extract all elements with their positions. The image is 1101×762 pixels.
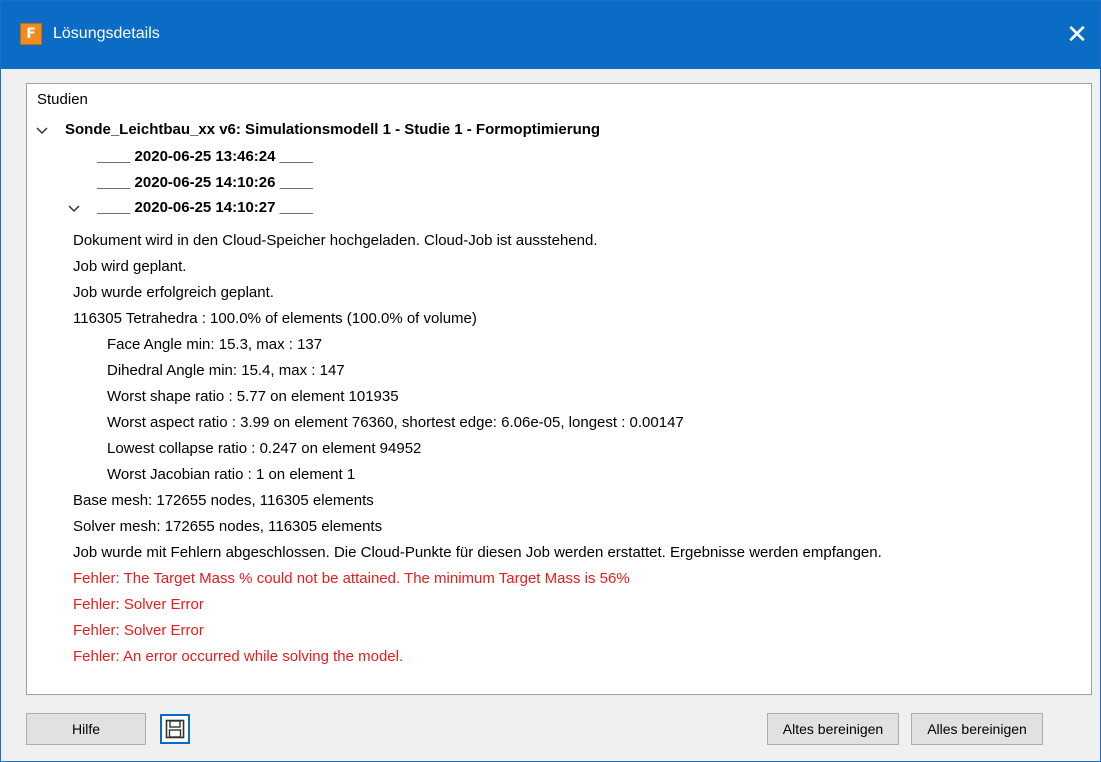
clear-old-label: Altes bereinigen bbox=[782, 721, 884, 737]
save-icon bbox=[165, 719, 185, 739]
tree-run-node[interactable]: ____ 2020-06-25 13:46:24 ____ bbox=[97, 147, 313, 167]
log-error: Fehler: The Target Mass % could not be a… bbox=[73, 570, 630, 587]
tree-run-node[interactable]: ____ 2020-06-25 14:10:27 ____ bbox=[97, 198, 313, 218]
log-message: Base mesh: 172655 nodes, 116305 elements bbox=[73, 492, 374, 509]
save-button[interactable] bbox=[160, 714, 190, 744]
clear-all-label: Alles bereinigen bbox=[927, 721, 1027, 737]
study-expand-chevron-icon[interactable] bbox=[35, 124, 49, 138]
log-message: Dihedral Angle min: 15.4, max : 147 bbox=[107, 362, 345, 379]
log-message: 116305 Tetrahedra : 100.0% of elements (… bbox=[73, 310, 477, 327]
close-button[interactable]: ✕ bbox=[1054, 13, 1100, 57]
tree-root-label: Studien bbox=[37, 91, 88, 108]
title-bar: F Lösungsdetails ✕ bbox=[1, 1, 1100, 69]
fusion-app-icon: F bbox=[20, 23, 42, 45]
log-error: Fehler: An error occurred while solving … bbox=[73, 648, 404, 665]
log-error: Fehler: Solver Error bbox=[73, 622, 204, 639]
log-message: Lowest collapse ratio : 0.247 on element… bbox=[107, 440, 422, 457]
tree-study-node[interactable]: Sonde_Leichtbau_xx v6: Simulationsmodell… bbox=[65, 120, 600, 140]
help-button-label: Hilfe bbox=[71, 721, 100, 737]
help-button[interactable]: Hilfe bbox=[26, 713, 146, 745]
clear-all-button[interactable]: Alles bereinigen bbox=[911, 713, 1043, 745]
clear-old-button[interactable]: Altes bereinigen bbox=[767, 713, 899, 745]
log-message: Job wurde mit Fehlern abgeschlossen. Die… bbox=[73, 544, 882, 561]
close-icon: ✕ bbox=[1066, 20, 1088, 50]
log-message: Job wurde erfolgreich geplant. bbox=[73, 284, 274, 301]
log-error: Fehler: Solver Error bbox=[73, 596, 204, 613]
run-expand-chevron-icon[interactable] bbox=[67, 202, 81, 216]
solution-details-dialog: F Lösungsdetails ✕ Studien Sonde_Leichtb… bbox=[0, 0, 1101, 762]
dialog-title: Lösungsdetails bbox=[53, 25, 160, 42]
log-tree-panel[interactable]: Studien Sonde_Leichtbau_xx v6: Simulatio… bbox=[26, 83, 1092, 695]
log-message: Face Angle min: 15.3, max : 137 bbox=[107, 336, 323, 353]
log-message: Worst aspect ratio : 3.99 on element 763… bbox=[107, 414, 684, 431]
tree-run-node[interactable]: ____ 2020-06-25 14:10:26 ____ bbox=[97, 173, 313, 193]
log-message: Worst Jacobian ratio : 1 on element 1 bbox=[107, 466, 356, 483]
log-message: Job wird geplant. bbox=[73, 258, 187, 275]
log-message: Dokument wird in den Cloud-Speicher hoch… bbox=[73, 232, 598, 249]
log-message: Solver mesh: 172655 nodes, 116305 elemen… bbox=[73, 518, 383, 535]
log-message: Worst shape ratio : 5.77 on element 1019… bbox=[107, 388, 399, 405]
